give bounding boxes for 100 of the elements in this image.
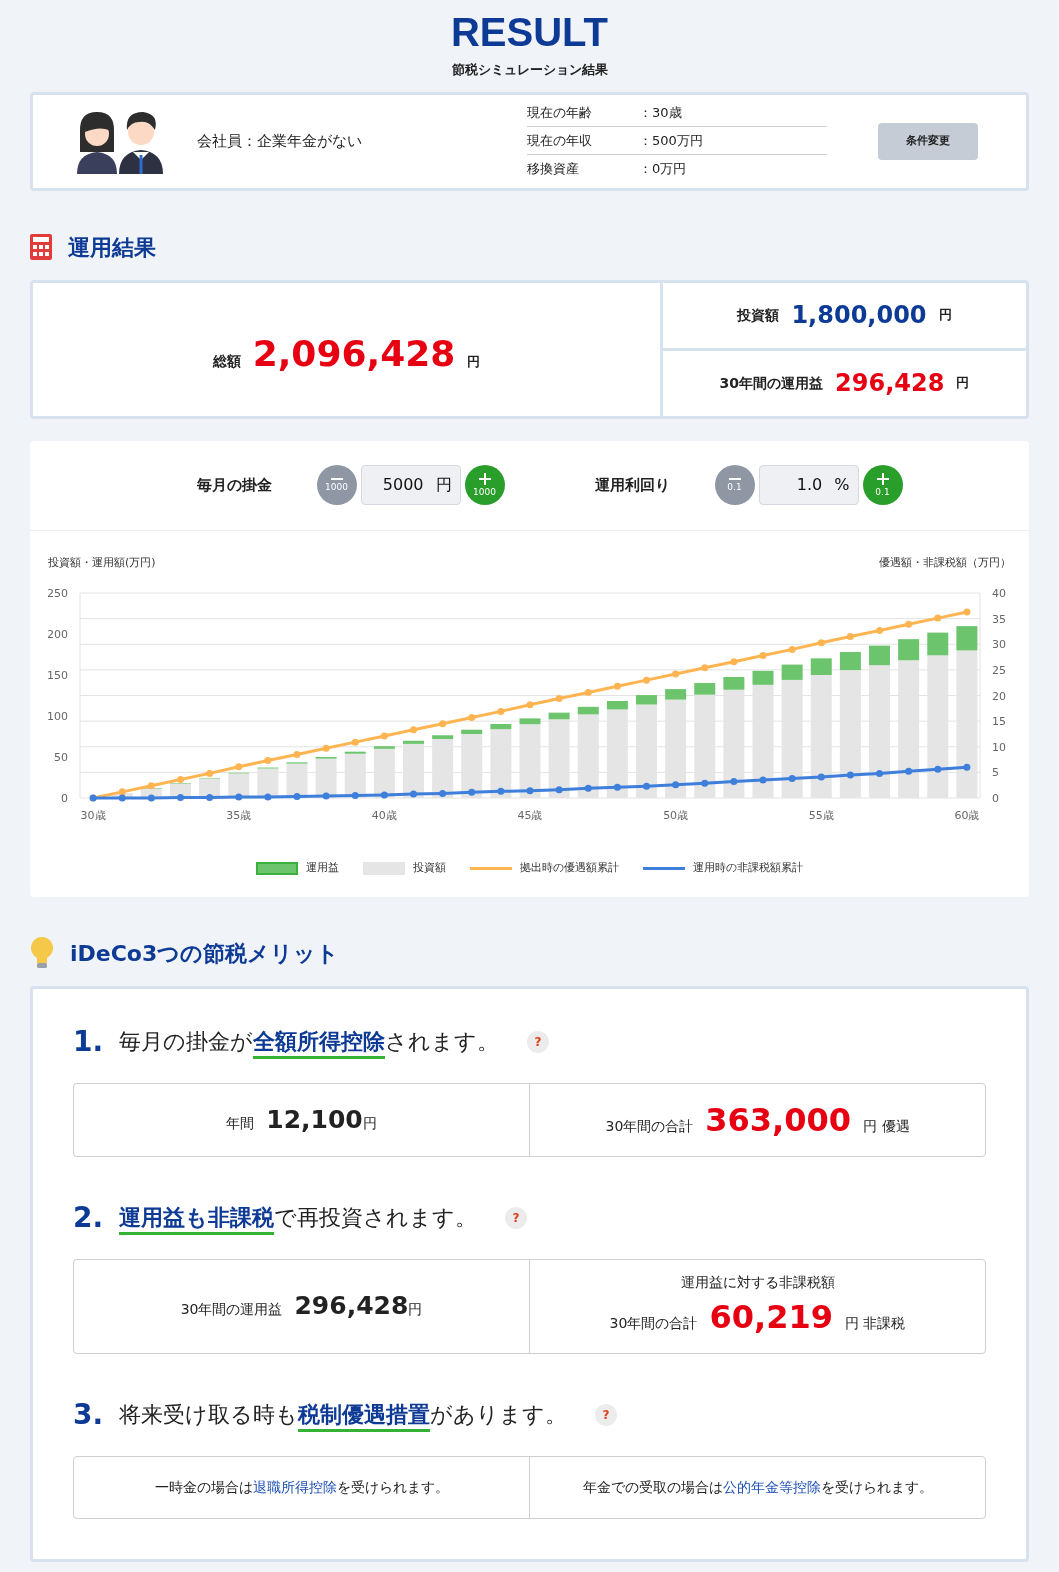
profit-bar	[781, 664, 803, 680]
point	[934, 765, 942, 773]
point	[672, 670, 680, 678]
point	[759, 776, 767, 784]
point	[206, 793, 214, 801]
point	[468, 714, 476, 722]
change-conditions-button[interactable]: 条件変更	[878, 122, 978, 160]
axis-tick-label: 45歳	[517, 809, 543, 822]
detail-label: 移換資産	[527, 160, 580, 179]
point	[293, 750, 301, 758]
profit-bar	[403, 740, 424, 744]
axis-tick-label: 100	[48, 710, 68, 723]
axis-tick-label: 35歳	[226, 809, 252, 822]
info-link[interactable]: 公的年金等控除	[722, 1478, 821, 1495]
axis-tick-label: 40歳	[371, 809, 397, 822]
help-icon[interactable]: ?	[505, 1206, 527, 1229]
decrement-button[interactable]: 1000	[316, 465, 357, 505]
merit-title: 運用益も非課税で再投資されます。	[119, 1201, 477, 1234]
point	[439, 789, 447, 797]
info-link[interactable]: 退職所得控除	[252, 1478, 337, 1495]
point	[759, 652, 767, 660]
point	[118, 794, 126, 802]
help-icon[interactable]: ?	[595, 1403, 617, 1426]
amount-unit: 円 優遇	[863, 1116, 910, 1136]
page-title: RESULT	[451, 9, 608, 56]
axis-tick-label: 10	[992, 740, 1006, 754]
detail-value: ：500万円	[639, 131, 703, 150]
profit-bar	[490, 724, 512, 730]
amount-value: 296,428	[294, 1290, 409, 1323]
point	[322, 792, 330, 800]
profit-bar	[869, 645, 890, 666]
legend-line-icon	[643, 866, 685, 870]
axis-tick-label: 250	[48, 587, 68, 600]
axis-tick-label: 200	[48, 628, 68, 641]
value-field[interactable]: 5000 円	[360, 465, 461, 505]
legend-line-icon	[470, 866, 512, 870]
merit-number: 2.	[73, 1199, 105, 1236]
result-label: 30年間の運用益	[719, 373, 824, 393]
point	[701, 664, 709, 672]
decrement-button[interactable]: 0.1	[714, 465, 755, 505]
profit-bar	[577, 706, 599, 715]
point	[613, 682, 621, 690]
point	[351, 791, 359, 799]
profit-bar	[606, 701, 628, 710]
point	[555, 695, 563, 703]
detail-label: 現在の年齢	[527, 103, 593, 122]
plus-icon	[478, 473, 491, 485]
point	[176, 776, 184, 784]
profit-bar	[548, 712, 570, 720]
axis-tick-label: 60歳	[954, 809, 980, 822]
page-subtitle: 節税シミュレーション結果	[451, 61, 608, 79]
result-unit: 円	[956, 374, 970, 393]
increment-button[interactable]: 1000	[464, 465, 505, 505]
profit-bar	[461, 729, 483, 735]
help-icon[interactable]: ?	[527, 1030, 549, 1053]
legend-label: 運用時の非課税額累計	[693, 860, 803, 876]
merit-number: 1.	[73, 1023, 105, 1060]
legend-label: 拠出時の優遇額累計	[520, 860, 619, 876]
amount-value: 363,000	[705, 1099, 852, 1141]
control-label: 毎月の掛金	[196, 474, 273, 496]
point	[876, 626, 884, 634]
point	[206, 769, 214, 777]
point	[147, 782, 155, 790]
point	[701, 779, 709, 787]
amount-value: 12,100	[266, 1103, 363, 1136]
total-value: 2,096,428	[252, 331, 456, 376]
point	[147, 794, 155, 802]
amount-caption: 運用益に対する非課税額	[680, 1272, 835, 1292]
plus-icon	[876, 473, 889, 485]
amount-label: 30年間の合計	[609, 1313, 698, 1333]
axis-tick-label: 30	[992, 638, 1006, 652]
detail-label: 現在の年収	[527, 131, 593, 150]
info-text: 一時金の場合は退職所得控除を受けられます。	[154, 1477, 449, 1497]
profit-bar	[344, 751, 366, 754]
result-label: 投資額	[737, 305, 780, 325]
increment-button[interactable]: 0.1	[862, 465, 903, 505]
point	[264, 793, 272, 801]
profit-bar	[927, 632, 949, 656]
point	[264, 757, 272, 765]
value-field[interactable]: 1.0 %	[758, 465, 859, 505]
profit-bar	[636, 695, 657, 705]
point	[963, 763, 971, 771]
profit-bar	[956, 626, 978, 651]
point	[176, 793, 184, 801]
point	[293, 792, 301, 800]
detail-value: ：30歳	[639, 103, 682, 122]
merit-number: 3.	[73, 1396, 105, 1433]
point	[118, 788, 126, 796]
profit-bar	[665, 689, 687, 700]
point	[555, 786, 563, 794]
point	[876, 769, 884, 777]
point	[672, 781, 680, 789]
point	[410, 726, 417, 734]
employment-type: 会社員：企業年金がない	[197, 130, 363, 152]
legend-swatch-icon	[256, 861, 298, 875]
info-text: 年金での受取の場合は公的年金等控除を受けられます。	[582, 1477, 933, 1497]
point	[235, 793, 243, 801]
point	[439, 720, 447, 728]
profit-bar	[810, 658, 832, 675]
axis-title: 優遇額・非課税額（万円）	[879, 554, 1011, 571]
